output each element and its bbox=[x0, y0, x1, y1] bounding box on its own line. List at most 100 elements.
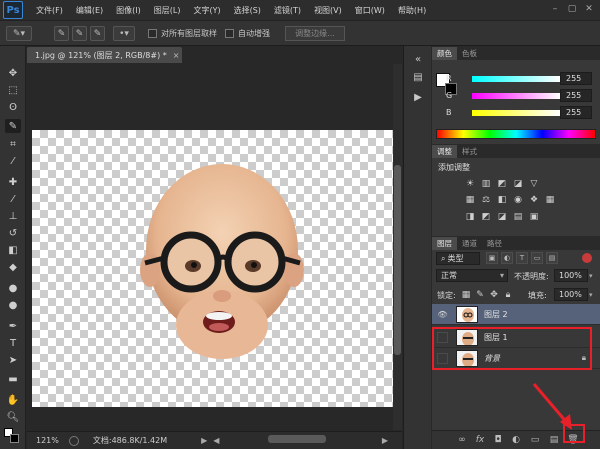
curves-icon[interactable]: ◩ bbox=[496, 178, 508, 190]
visibility-eye-icon[interactable]: 👁︎ bbox=[437, 309, 448, 320]
levels-icon[interactable]: ▥ bbox=[480, 178, 492, 190]
color-balance-icon[interactable]: ⚖ bbox=[480, 194, 492, 206]
new-adjustment-layer-icon[interactable]: ◐ bbox=[510, 434, 522, 446]
type-tool-icon[interactable]: T bbox=[5, 336, 21, 350]
photo-filter-icon[interactable]: ◉ bbox=[512, 194, 524, 206]
blur-tool-icon[interactable]: ● bbox=[5, 281, 21, 295]
horizontal-scroll-thumb[interactable] bbox=[268, 435, 326, 443]
zoom-level[interactable]: 121% bbox=[36, 436, 59, 445]
zoom-tool-icon[interactable]: 🔍︎ bbox=[5, 410, 21, 424]
healing-brush-tool-icon[interactable]: ✚ bbox=[5, 175, 21, 189]
sample-all-layers-checkbox[interactable] bbox=[148, 29, 157, 38]
hand-tool-icon[interactable]: ✋ bbox=[5, 393, 21, 407]
tab-color[interactable]: 颜色 bbox=[432, 47, 457, 60]
history-brush-tool-icon[interactable]: ↺ bbox=[5, 226, 21, 240]
tab-layers[interactable]: 图层 bbox=[432, 237, 457, 250]
green-value-field[interactable]: 255 bbox=[560, 89, 592, 102]
threshold-icon[interactable]: ◪ bbox=[496, 211, 508, 223]
channel-mixer-icon[interactable]: ❖ bbox=[528, 194, 540, 206]
subtract-from-selection-icon[interactable]: ✎ bbox=[90, 26, 105, 41]
vibrance-icon[interactable]: ▽ bbox=[528, 178, 540, 190]
filter-toggle-icon[interactable] bbox=[582, 253, 592, 263]
dodge-tool-icon[interactable]: ● bbox=[5, 298, 21, 312]
minimize-button[interactable]: – bbox=[548, 3, 562, 15]
opacity-dropdown-icon[interactable]: ▾ bbox=[589, 272, 593, 280]
menu-view[interactable]: 视图(V) bbox=[314, 5, 342, 16]
pen-tool-icon[interactable]: ✒ bbox=[5, 319, 21, 333]
lock-transparent-icon[interactable]: ▦ bbox=[460, 289, 472, 301]
move-tool-icon[interactable]: ✥ bbox=[5, 66, 21, 80]
layer-style-icon[interactable]: fx bbox=[474, 434, 486, 446]
crop-tool-icon[interactable]: ⌗ bbox=[5, 137, 21, 151]
red-value-field[interactable]: 255 bbox=[560, 72, 592, 85]
new-selection-icon[interactable]: ✎ bbox=[54, 26, 69, 41]
lock-all-icon[interactable]: 🔒︎ bbox=[502, 289, 514, 301]
link-layers-icon[interactable]: ∞ bbox=[456, 434, 468, 446]
vertical-scroll-thumb[interactable] bbox=[394, 165, 401, 355]
collapse-arrows-icon[interactable]: « bbox=[410, 52, 426, 67]
tab-styles[interactable]: 样式 bbox=[457, 145, 482, 158]
invert-icon[interactable]: ◨ bbox=[464, 211, 476, 223]
eraser-tool-icon[interactable]: ◧ bbox=[5, 243, 21, 257]
eyedropper-tool-icon[interactable]: ⁄ bbox=[5, 154, 21, 168]
menu-type[interactable]: 文字(Y) bbox=[193, 5, 220, 16]
add-to-selection-icon[interactable]: ✎ bbox=[72, 26, 87, 41]
brush-tool-icon[interactable]: ⁄ bbox=[5, 192, 21, 206]
new-group-icon[interactable]: ▭ bbox=[529, 434, 541, 446]
image-canvas[interactable] bbox=[32, 130, 393, 407]
tab-paths[interactable]: 路径 bbox=[482, 237, 507, 250]
layer-filter-kind-select[interactable]: ⌕ 类型 bbox=[436, 252, 480, 265]
menu-image[interactable]: 图像(I) bbox=[116, 5, 141, 16]
scroll-left-icon[interactable]: ◀ bbox=[213, 436, 219, 445]
brightness-icon[interactable]: ☀ bbox=[464, 178, 476, 190]
layer-name[interactable]: 图层 2 bbox=[484, 309, 508, 320]
add-mask-icon[interactable]: ◘ bbox=[492, 434, 504, 446]
tab-swatches[interactable]: 色板 bbox=[457, 47, 482, 60]
green-channel-slider[interactable] bbox=[472, 93, 560, 99]
opacity-field[interactable]: 100% bbox=[554, 269, 588, 282]
clone-stamp-tool-icon[interactable]: ⊥ bbox=[5, 209, 21, 223]
lasso-tool-icon[interactable]: ʘ bbox=[5, 100, 21, 114]
rectangle-tool-icon[interactable]: ▬ bbox=[5, 372, 21, 386]
fill-field[interactable]: 100% bbox=[554, 288, 588, 301]
actions-panel-icon[interactable]: ▶ bbox=[410, 90, 426, 105]
color-spectrum-ramp[interactable] bbox=[436, 129, 596, 139]
brush-size-picker[interactable]: •▾ bbox=[113, 26, 135, 41]
selective-color-icon[interactable]: ▣ bbox=[528, 211, 540, 223]
black-white-icon[interactable]: ◧ bbox=[496, 194, 508, 206]
blend-mode-select[interactable]: 正常 ▾ bbox=[436, 269, 508, 282]
filter-adjustment-icon[interactable]: ◐ bbox=[501, 252, 513, 264]
menu-select[interactable]: 选择(S) bbox=[234, 5, 261, 16]
hue-saturation-icon[interactable]: ▦ bbox=[464, 194, 476, 206]
status-menu-arrow-icon[interactable]: ▶ bbox=[201, 436, 207, 445]
scroll-right-icon[interactable]: ▶ bbox=[382, 436, 388, 445]
layer-row[interactable]: 👁︎ 图层 2 bbox=[432, 304, 600, 325]
tab-adjustments[interactable]: 调整 bbox=[432, 145, 457, 158]
menu-file[interactable]: 文件(F) bbox=[36, 5, 63, 16]
background-color-swatch[interactable] bbox=[10, 434, 19, 443]
quick-selection-preset-icon[interactable]: ✎▾ bbox=[6, 26, 32, 41]
history-panel-icon[interactable]: ▤ bbox=[410, 70, 426, 85]
red-channel-slider[interactable] bbox=[472, 76, 560, 82]
posterize-icon[interactable]: ◩ bbox=[480, 211, 492, 223]
gradient-map-icon[interactable]: ▤ bbox=[512, 211, 524, 223]
color-lookup-icon[interactable]: ▦ bbox=[544, 194, 556, 206]
paint-bucket-tool-icon[interactable]: ◆ bbox=[5, 260, 21, 274]
blue-channel-slider[interactable] bbox=[472, 110, 560, 116]
share-icon[interactable] bbox=[68, 435, 79, 446]
filter-type-icon[interactable]: T bbox=[516, 252, 528, 264]
menu-edit[interactable]: 编辑(E) bbox=[76, 5, 103, 16]
marquee-tool-icon[interactable]: ⬚ bbox=[5, 83, 21, 97]
new-layer-icon[interactable]: ▤ bbox=[548, 434, 560, 446]
filter-pixel-icon[interactable]: ▣ bbox=[486, 252, 498, 264]
lock-image-icon[interactable]: ✎ bbox=[474, 289, 486, 301]
document-tab[interactable]: 1.jpg @ 121% (图层 2, RGB/8#) * × bbox=[27, 47, 182, 63]
blue-value-field[interactable]: 255 bbox=[560, 106, 592, 119]
menu-window[interactable]: 窗口(W) bbox=[355, 5, 385, 16]
tab-channels[interactable]: 通道 bbox=[457, 237, 482, 250]
auto-enhance-checkbox[interactable] bbox=[225, 29, 234, 38]
lock-position-icon[interactable]: ✥ bbox=[488, 289, 500, 301]
close-tab-icon[interactable]: × bbox=[173, 51, 180, 60]
filter-shape-icon[interactable]: ▭ bbox=[531, 252, 543, 264]
menu-filter[interactable]: 滤镜(T) bbox=[274, 5, 301, 16]
